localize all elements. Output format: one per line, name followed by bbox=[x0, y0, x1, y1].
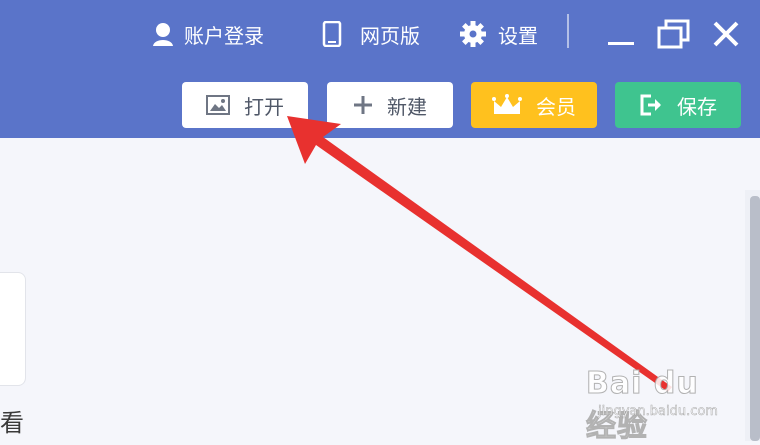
watermark: Bai du 经验 jingyan.baidu.com bbox=[586, 366, 726, 445]
watermark-url: jingyan.baidu.com bbox=[598, 404, 718, 420]
arrow-icon bbox=[287, 116, 672, 392]
